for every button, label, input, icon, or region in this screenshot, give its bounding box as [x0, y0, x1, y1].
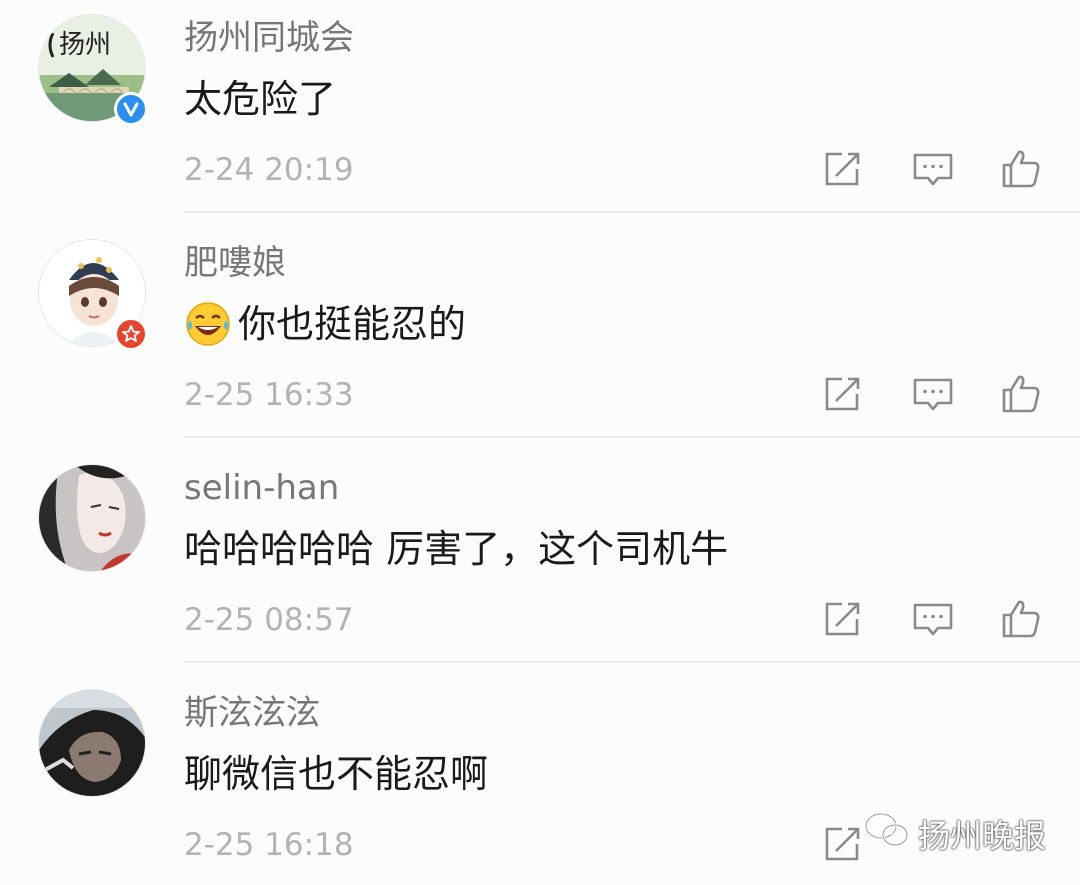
comment-text: 哈哈哈哈哈 厉害了，这个司机牛: [184, 524, 728, 574]
comment-time: 2-25 16:18: [184, 827, 354, 863]
username[interactable]: selin-han: [184, 466, 339, 510]
comment-actions: [820, 146, 1050, 192]
comment-text-content: 你也挺能忍的: [238, 302, 467, 346]
comment-text: 聊微信也不能忍啊: [184, 749, 488, 799]
comment-time: 2-25 08:57: [184, 602, 354, 638]
comment-time: 2-25 16:33: [184, 377, 354, 413]
red-star-badge-icon: [114, 317, 148, 351]
username[interactable]: 扬州同城会: [184, 16, 354, 60]
comment-item: selin-han 哈哈哈哈哈 厉害了，这个司机牛 2-25 08:57: [0, 450, 1080, 675]
comment-item: 扬州 扬州同城会 太危险了 2-24 20:19: [0, 0, 1080, 225]
avatar[interactable]: [38, 689, 146, 797]
verified-blue-v-icon: [114, 92, 148, 126]
avatar-calligraphy: 扬州: [59, 30, 111, 60]
avatar[interactable]: [38, 464, 146, 572]
laughing-tears-emoji: [184, 300, 232, 348]
repost-icon[interactable]: [820, 596, 866, 642]
comment-icon[interactable]: [910, 146, 956, 192]
wechat-icon: [864, 811, 910, 857]
comment-text: 你也挺能忍的: [184, 299, 466, 349]
comment-text-content: 哈哈哈哈哈 厉害了，这个司机牛: [184, 527, 729, 571]
divider: [184, 436, 1080, 438]
username[interactable]: 斯泫泫泫: [184, 691, 320, 735]
comment-icon[interactable]: [910, 596, 956, 642]
like-icon[interactable]: [998, 371, 1044, 417]
like-icon[interactable]: [998, 146, 1044, 192]
comment-icon[interactable]: [910, 371, 956, 417]
divider: [184, 211, 1080, 213]
watermark-text: 扬州晚报: [917, 817, 1046, 855]
comment-time: 2-24 20:19: [184, 152, 354, 188]
watermark: 扬州晚报: [864, 811, 1046, 857]
username[interactable]: 肥嘍娘: [184, 241, 286, 285]
comment-actions: [820, 596, 1050, 642]
repost-icon[interactable]: [820, 821, 866, 867]
comment-text: 太危险了: [184, 74, 336, 124]
repost-icon[interactable]: [820, 146, 866, 192]
repost-icon[interactable]: [820, 371, 866, 417]
like-icon[interactable]: [998, 596, 1044, 642]
divider: [184, 661, 1080, 663]
comment-actions: [820, 371, 1050, 417]
comment-text-content: 聊微信也不能忍啊: [184, 752, 489, 796]
comment-item: 肥嘍娘 你也挺能忍的 2-25 16:33: [0, 225, 1080, 450]
comment-list: 扬州 扬州同城会 太危险了 2-24 20:19 肥嘍娘 你也挺能忍的 2-25…: [0, 0, 1080, 885]
comment-text-content: 太危险了: [184, 77, 337, 121]
